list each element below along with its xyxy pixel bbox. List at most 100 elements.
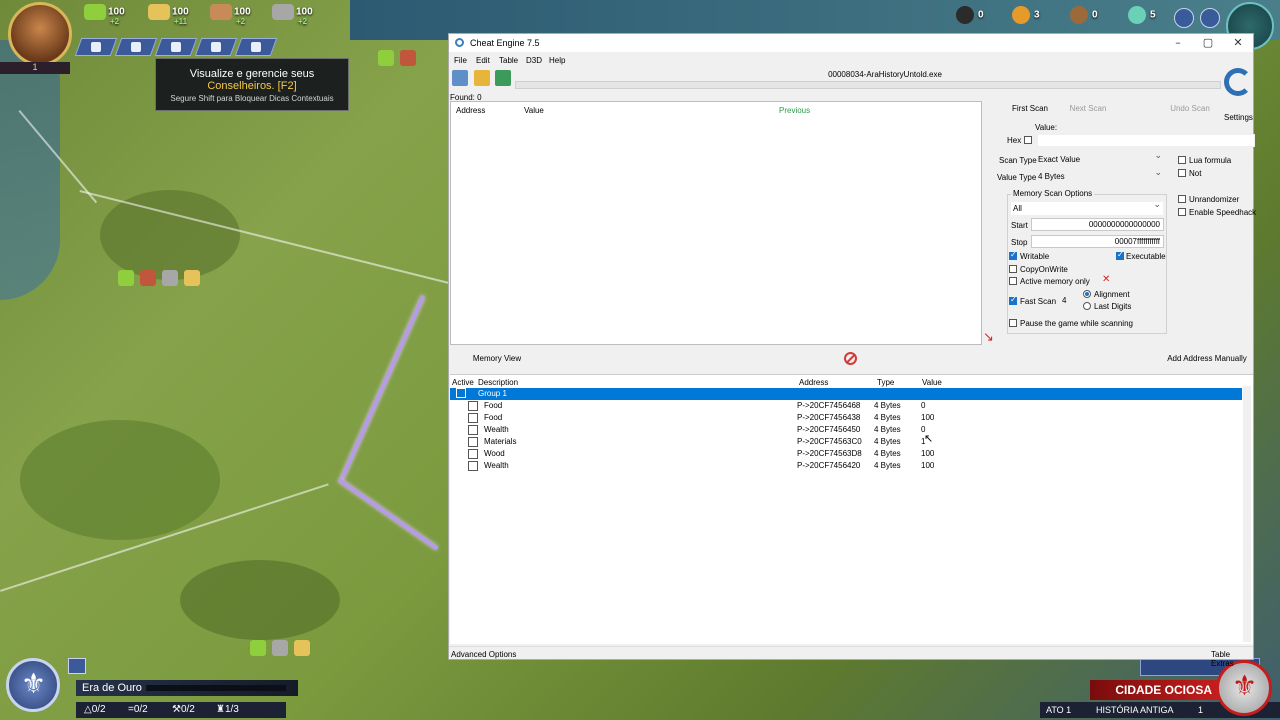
executable-checkbox[interactable]	[1116, 250, 1124, 260]
table-row[interactable]: Wealth P->20CF7456450 4 Bytes 0	[450, 424, 1242, 436]
tab-diplomacy[interactable]	[234, 38, 278, 56]
stop-address-input[interactable]: 00007fffffffffff	[1031, 235, 1164, 248]
executable-label: Executable	[1126, 252, 1166, 261]
unrandomizer-checkbox[interactable]	[1178, 195, 1186, 203]
materials-icon	[272, 4, 294, 20]
active-checkbox[interactable]	[468, 413, 478, 423]
chart-button[interactable]	[1174, 8, 1194, 28]
active-memory-checkbox[interactable]	[1009, 277, 1017, 285]
undo-scan-button[interactable]: Undo Scan	[1167, 101, 1213, 117]
close-icon[interactable]: ✕	[1102, 274, 1110, 285]
table-row[interactable]: Materials P->20CF74563C0 4 Bytes 1	[450, 436, 1242, 448]
menu-file[interactable]: File	[454, 56, 467, 65]
table-row[interactable]: Wealth P->20CF7456420 4 Bytes 100	[450, 460, 1242, 472]
group-checkbox[interactable]	[456, 388, 466, 398]
next-scan-button[interactable]: Next Scan	[1065, 101, 1111, 117]
fast-scan-checkbox[interactable]	[1009, 295, 1017, 305]
save-icon[interactable]	[495, 70, 511, 86]
food-resource[interactable]: 100 +2	[84, 4, 125, 26]
table-row-group[interactable]: Group 1	[450, 388, 1242, 400]
table-header-description[interactable]: Description	[478, 378, 518, 387]
fast-scan-input[interactable]: 4	[1058, 294, 1080, 307]
start-address-input[interactable]: 0000000000000000	[1031, 218, 1164, 231]
table-scrollbar[interactable]	[1243, 386, 1251, 642]
pause-game-checkbox[interactable]	[1009, 319, 1017, 327]
maximize-icon[interactable]: ▢	[1195, 36, 1221, 50]
settings-button[interactable]: Settings	[1223, 68, 1253, 122]
alignment-radio[interactable]	[1083, 290, 1091, 298]
science-resource[interactable]: 5	[1128, 6, 1156, 24]
fleur-de-lis-icon[interactable]	[1216, 660, 1272, 716]
table-header-type[interactable]: Type	[877, 378, 894, 387]
open-process-icon[interactable]	[452, 70, 468, 86]
row-description: Materials	[484, 437, 517, 446]
open-folder-icon[interactable]	[474, 70, 490, 86]
food-delta: +2	[110, 17, 120, 26]
table-row[interactable]: Food P->20CF7456438 4 Bytes 100	[450, 412, 1242, 424]
results-header-value[interactable]: Value	[524, 106, 544, 115]
writable-checkbox[interactable]	[1009, 250, 1017, 260]
leader-portrait[interactable]	[8, 2, 72, 66]
last-digits-radio[interactable]	[1083, 302, 1091, 310]
active-checkbox[interactable]	[468, 449, 478, 459]
active-checkbox[interactable]	[468, 461, 478, 471]
era-toggle-button[interactable]	[68, 658, 86, 674]
coin-icon	[294, 640, 310, 656]
lua-formula-checkbox[interactable]	[1178, 156, 1186, 164]
not-label: Not	[1189, 169, 1202, 178]
menu-help[interactable]: Help	[549, 56, 565, 65]
minimize-icon[interactable]: –	[1165, 36, 1191, 50]
results-header-address[interactable]: Address	[456, 106, 485, 115]
menu-d3d[interactable]: D3D	[526, 56, 542, 65]
scan-results-list[interactable]: Address Value Previous	[450, 101, 982, 345]
first-scan-button[interactable]: First Scan	[1007, 101, 1053, 117]
row-description: Wood	[484, 449, 505, 458]
close-icon[interactable]: ✕	[1225, 36, 1251, 50]
era-bar[interactable]: Era de Ouro	[76, 680, 298, 696]
title-bar[interactable]: Cheat Engine 7.5 – ▢ ✕	[449, 34, 1253, 52]
influence-resource[interactable]: 0	[956, 6, 984, 24]
table-row[interactable]: Wood P->20CF74563D8 4 Bytes 100	[450, 448, 1242, 460]
tab-advisors[interactable]	[154, 38, 198, 56]
results-header-previous[interactable]: Previous	[779, 106, 810, 115]
scan-type-select[interactable]: Exact Value	[1036, 150, 1164, 166]
region-select[interactable]: All	[1011, 199, 1163, 215]
table-extras-button[interactable]: Table Extras	[1211, 650, 1253, 668]
person-icon	[171, 42, 181, 52]
tab-buildings[interactable]	[74, 38, 118, 56]
tab-research[interactable]	[114, 38, 158, 56]
value-input[interactable]	[1037, 134, 1255, 147]
table-row[interactable]: Food P->20CF7456468 4 Bytes 0	[450, 400, 1242, 412]
no-entry-icon[interactable]	[844, 352, 857, 365]
add-address-button[interactable]: Add Address Manually	[1163, 351, 1251, 367]
hex-checkbox[interactable]	[1024, 136, 1032, 144]
alignment-label: Alignment	[1094, 290, 1130, 299]
memory-view-button[interactable]: Memory View	[457, 351, 537, 367]
active-checkbox[interactable]	[468, 425, 478, 435]
active-checkbox[interactable]	[468, 401, 478, 411]
fleur-de-lis-icon[interactable]	[6, 658, 60, 712]
active-checkbox[interactable]	[468, 437, 478, 447]
tab-military[interactable]	[194, 38, 238, 56]
menu-table[interactable]: Table	[499, 56, 518, 65]
speedhack-checkbox[interactable]	[1178, 208, 1186, 216]
materials-resource[interactable]: 100 +2	[272, 4, 313, 26]
hex-label: Hex	[1007, 136, 1022, 145]
arrow-icon[interactable]: ↘	[983, 330, 994, 345]
value-type-select[interactable]: 4 Bytes	[1036, 167, 1164, 183]
table-header-address[interactable]: Address	[799, 378, 828, 387]
copyonwrite-checkbox[interactable]	[1009, 265, 1017, 273]
menu-edit[interactable]: Edit	[476, 56, 490, 65]
advanced-options-button[interactable]: Advanced Options	[451, 650, 516, 659]
row-type: 4 Bytes	[874, 449, 901, 458]
menu-button[interactable]	[1200, 8, 1220, 28]
table-header-value[interactable]: Value	[922, 378, 942, 387]
crate-resource[interactable]: 0	[1070, 6, 1098, 24]
gold-resource[interactable]: 3	[1012, 6, 1040, 24]
idle-city-banner[interactable]: CIDADE OCIOSA	[1090, 680, 1220, 700]
wealth-resource[interactable]: 100 +11	[148, 4, 189, 26]
wood-resource[interactable]: 100 +2	[210, 4, 251, 26]
last-digits-label: Last Digits	[1094, 302, 1132, 311]
not-checkbox[interactable]	[1178, 169, 1186, 177]
table-header-active[interactable]: Active	[452, 378, 474, 387]
